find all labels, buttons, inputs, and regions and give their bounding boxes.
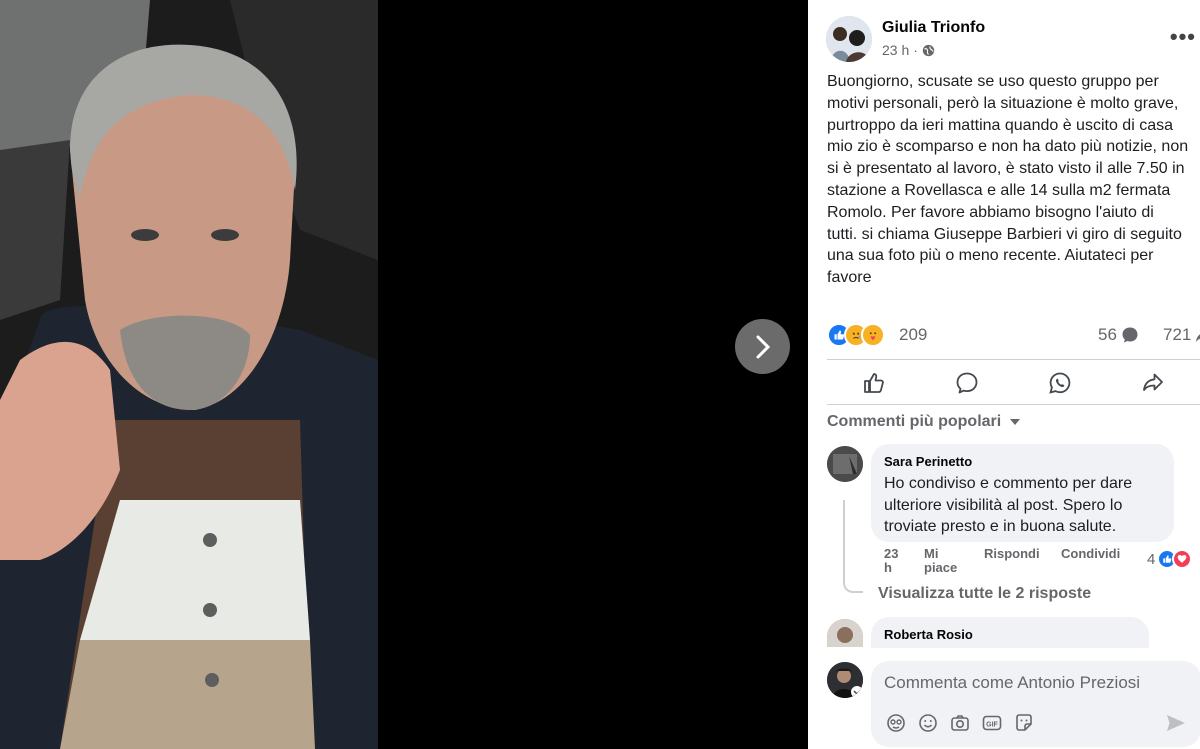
shares-count: 721 <box>1163 325 1192 344</box>
avatar-icon <box>827 446 863 482</box>
sticker-icon[interactable] <box>1013 712 1035 734</box>
sort-caret-icon <box>1010 419 1021 425</box>
reactions-count[interactable]: 209 <box>899 325 927 345</box>
comment-time[interactable]: 23 h <box>884 547 898 575</box>
post-panel: Giulia Trionfo 23 h · ••• Buongiorno, sc… <box>808 0 1200 749</box>
post-photo[interactable] <box>0 0 378 749</box>
post-text: Buongiorno, scusate se uso questo gruppo… <box>827 73 1189 287</box>
post-time[interactable]: 23 h <box>882 42 909 58</box>
emoji-icon[interactable] <box>917 712 939 734</box>
like-button[interactable] <box>827 364 920 402</box>
shares-count-group[interactable]: 721 <box>1163 325 1200 345</box>
comment-reply-link[interactable]: Rispondi <box>984 547 1040 561</box>
avatar-icon <box>827 619 863 647</box>
camera-icon[interactable] <box>949 712 971 734</box>
replies-thread-line <box>843 500 863 593</box>
like-icon <box>863 373 884 393</box>
comments-count-group[interactable]: 56 <box>1098 325 1139 345</box>
whatsapp-share-button[interactable] <box>1014 364 1107 402</box>
comment-author[interactable]: Roberta Rosio <box>884 627 1137 642</box>
sort-label: Commenti più popolari <box>827 413 1002 430</box>
comment-author[interactable]: Sara Perinetto <box>884 454 1162 469</box>
comments-count: 56 <box>1098 325 1117 344</box>
care-reaction-icon <box>861 323 885 347</box>
photo-viewer <box>0 0 808 749</box>
comment-avatar[interactable] <box>827 446 863 482</box>
divider-bottom <box>827 404 1200 405</box>
comment-like-link[interactable]: Mi piace <box>924 547 957 575</box>
comment-button[interactable] <box>920 364 1013 402</box>
comment-icon <box>956 372 978 394</box>
love-reaction-icon <box>1172 549 1193 569</box>
photo-illustration <box>0 0 378 749</box>
author-name[interactable]: Giulia Trionfo <box>882 19 985 37</box>
reactions-summary: 209 56 721 <box>827 321 1200 349</box>
comment-share-link[interactable]: Condividi <box>1061 547 1120 561</box>
comment-bubble-icon <box>1122 327 1138 343</box>
svg-text:GIF: GIF <box>986 721 998 728</box>
comment-avatar[interactable] <box>827 619 863 647</box>
view-replies-link[interactable]: Visualizza tutte le 2 risposte <box>878 585 1091 603</box>
avatar-sticker-icon[interactable] <box>885 712 907 734</box>
avatar-icon <box>827 662 863 698</box>
author-avatar[interactable] <box>826 16 872 62</box>
share-button[interactable] <box>1107 364 1200 402</box>
comment-input[interactable] <box>884 671 1184 695</box>
whatsapp-icon <box>1049 372 1071 394</box>
next-photo-button[interactable] <box>735 319 790 374</box>
comment-composer: GIF <box>871 661 1200 747</box>
reaction-icons[interactable] <box>827 323 885 347</box>
avatar-icon <box>826 16 872 62</box>
share-arrow-icon <box>1196 334 1200 342</box>
post-header: Giulia Trionfo 23 h · ••• <box>826 16 1200 64</box>
comment-sort-dropdown[interactable]: Commenti più popolari <box>827 413 1021 431</box>
composer-tools: GIF <box>885 712 1035 734</box>
gif-icon[interactable]: GIF <box>981 712 1003 734</box>
current-user-avatar[interactable] <box>827 662 863 698</box>
share-icon <box>1143 373 1164 391</box>
more-icon[interactable]: ••• <box>1170 24 1196 50</box>
post-actions <box>827 364 1200 402</box>
meta-separator: · <box>913 42 918 58</box>
globe-icon <box>922 44 935 56</box>
send-icon[interactable] <box>1165 713 1187 738</box>
comment-reactions[interactable]: 4 <box>1147 549 1193 569</box>
comment-bubble: Sara Perinetto Ho condiviso e commento p… <box>871 444 1174 542</box>
comment-reactions-count: 4 <box>1147 550 1156 568</box>
divider-top <box>827 359 1200 360</box>
comment-text: Ho condiviso e commento per dare ulterio… <box>884 475 1133 536</box>
chevron-right-icon <box>756 335 770 358</box>
post-meta: 23 h · <box>882 42 935 58</box>
